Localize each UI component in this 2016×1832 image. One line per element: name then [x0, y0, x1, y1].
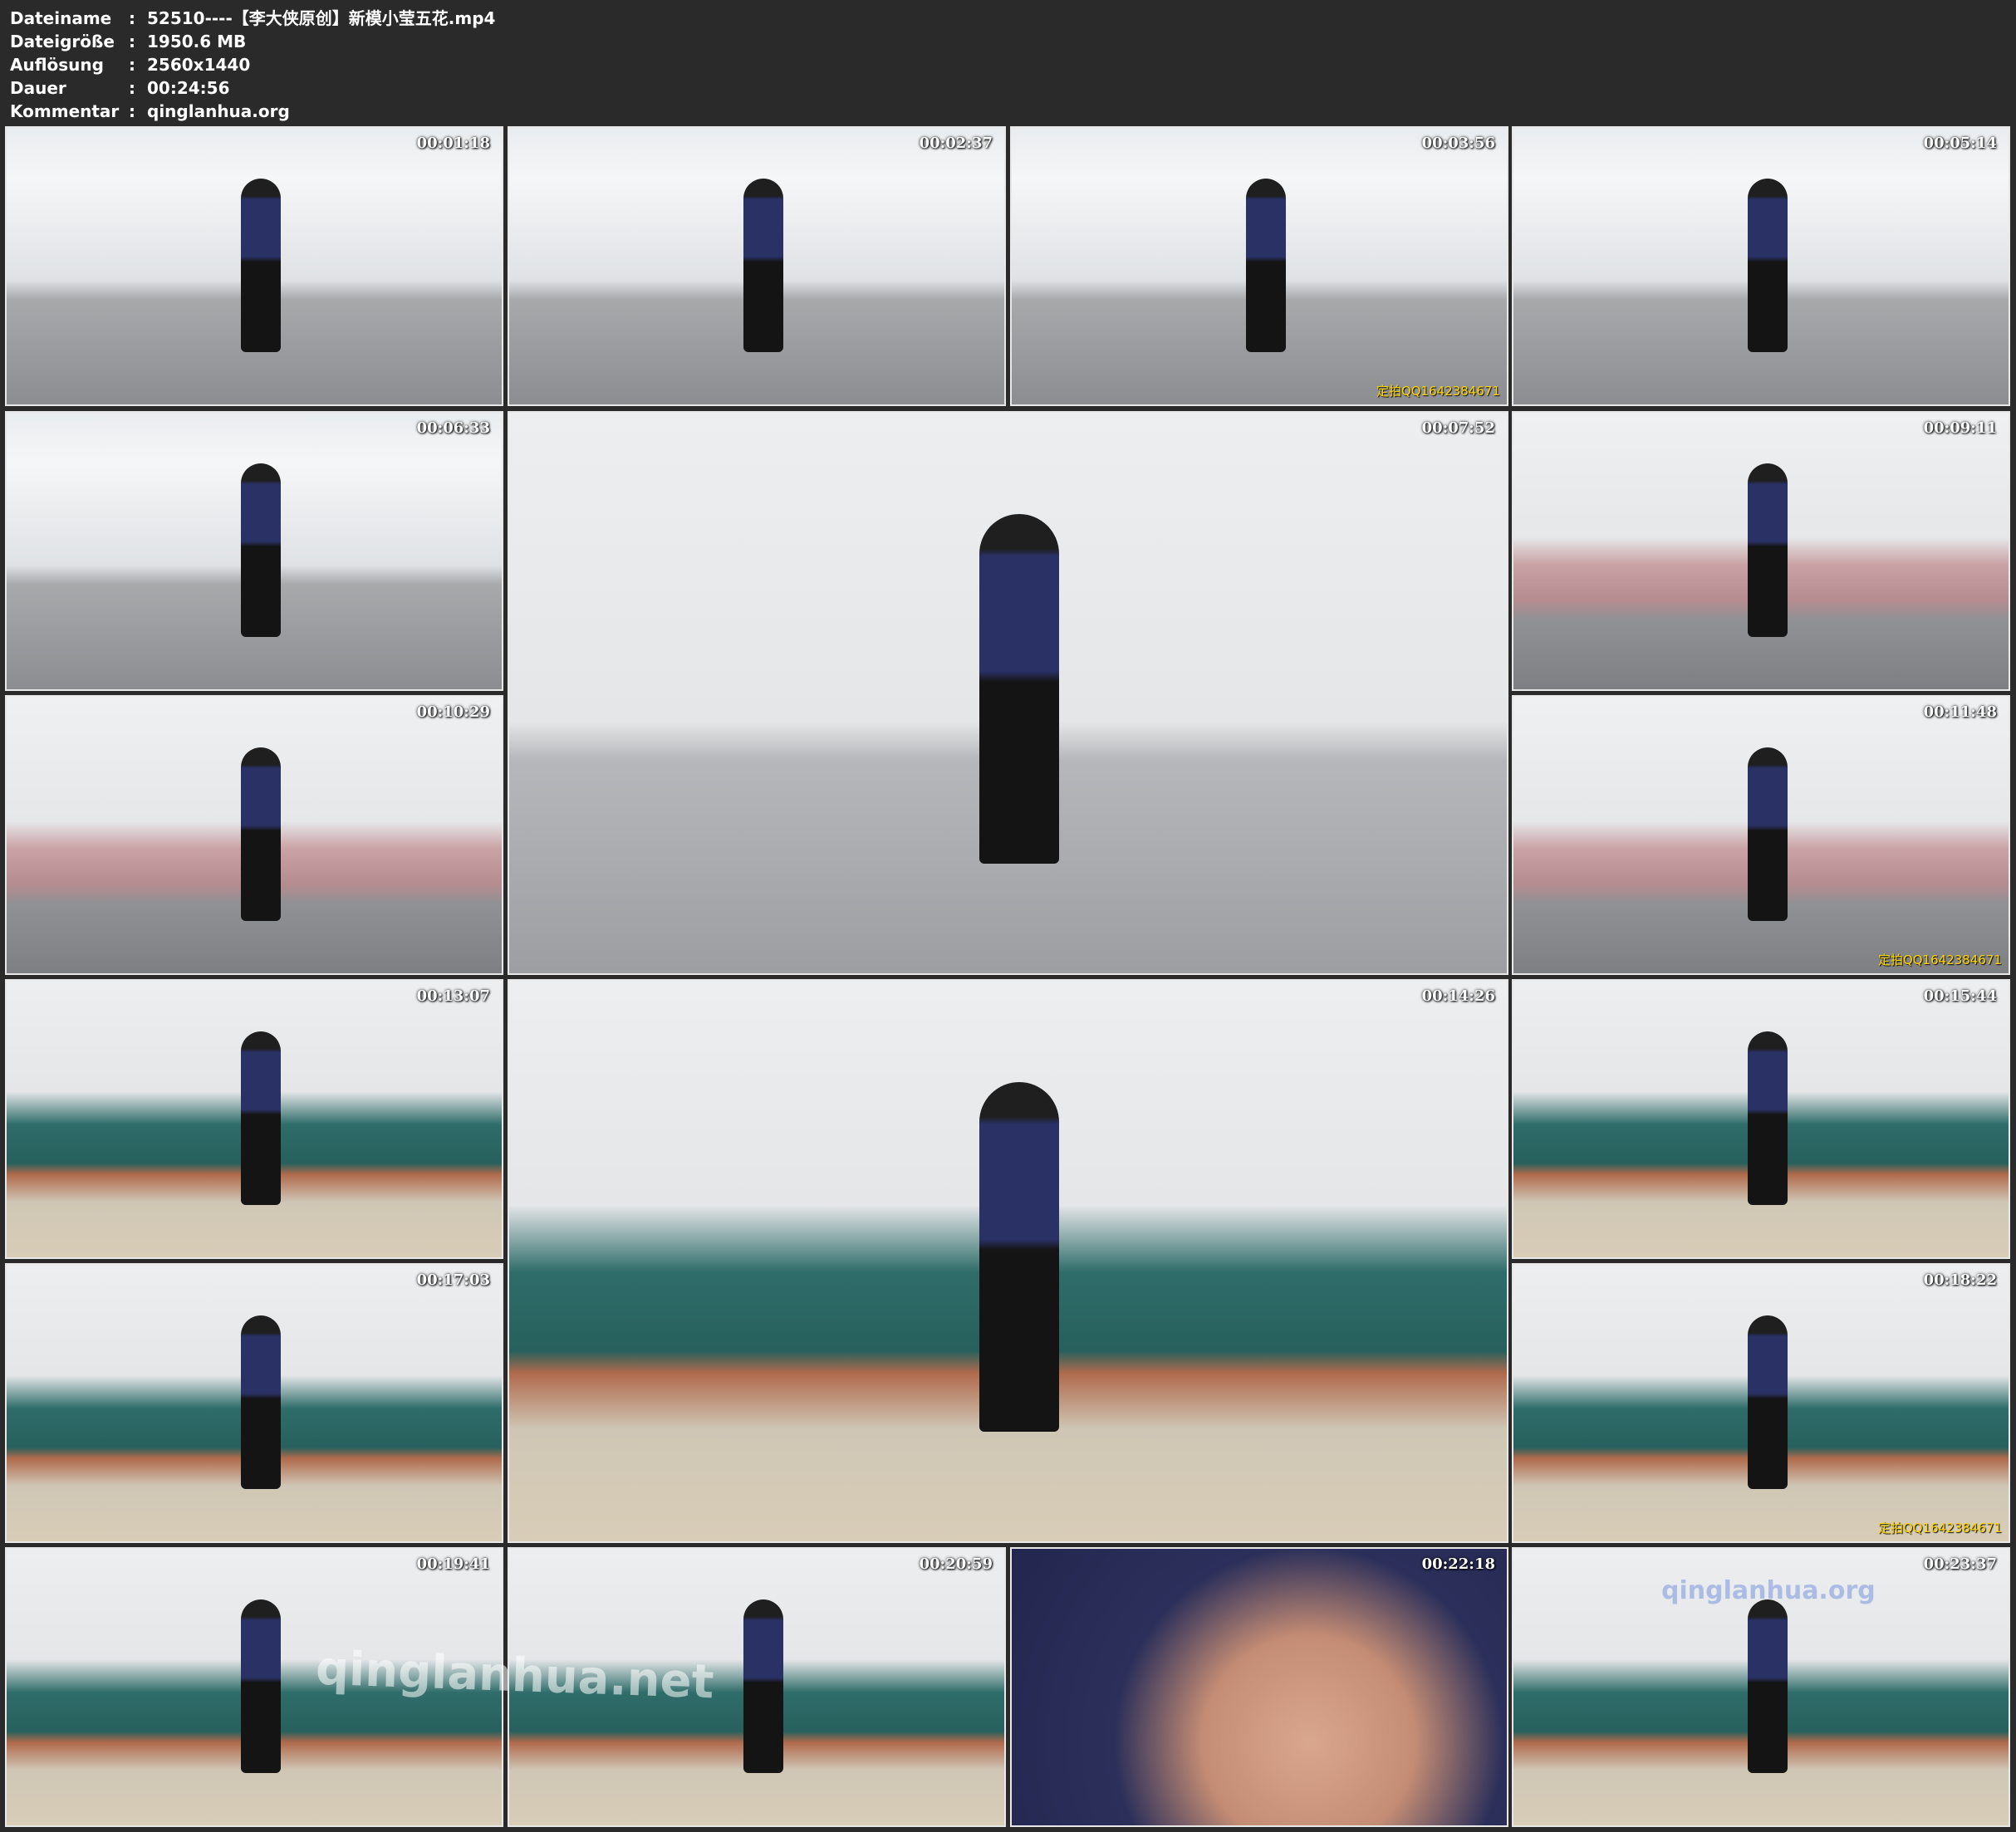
info-separator: : — [129, 101, 135, 121]
figure-silhouette — [1748, 1599, 1788, 1773]
figure-silhouette — [1748, 463, 1788, 637]
timestamp-label: 00:06:33 — [416, 419, 490, 437]
timestamp-label: 00:13:07 — [416, 987, 490, 1005]
video-thumbnail[interactable]: 00:09:11 — [1512, 411, 2010, 691]
file-info-header: Dateiname:52510----【李大侠原创】新模小莹五花.mp4 Date… — [0, 0, 2016, 125]
timestamp-label: 00:01:18 — [416, 135, 490, 152]
info-value: 2560x1440 — [147, 55, 251, 75]
thumbnail-frame — [1012, 1549, 1507, 1825]
timestamp-label: 00:03:56 — [1421, 135, 1495, 152]
info-label: Dateiname — [10, 8, 112, 28]
timestamp-label: 00:19:41 — [416, 1555, 490, 1573]
figure-silhouette — [241, 1031, 281, 1205]
info-label: Auflösung — [10, 55, 104, 75]
figure-silhouette — [979, 1082, 1059, 1432]
info-label: Dateigröße — [10, 32, 115, 51]
info-separator: : — [129, 78, 135, 98]
info-row: Auflösung:2560x1440 — [10, 53, 250, 76]
video-thumbnail[interactable]: 00:17:03 — [5, 1263, 503, 1543]
info-label: Kommentar — [10, 101, 120, 121]
timestamp-label: 00:22:18 — [1421, 1555, 1495, 1573]
info-separator: : — [129, 55, 135, 75]
video-thumbnail[interactable]: 00:14:26 — [508, 979, 1508, 1543]
info-row: Dateiname:52510----【李大侠原创】新模小莹五花.mp4 — [10, 7, 495, 30]
figure-silhouette — [241, 179, 281, 352]
video-thumbnail[interactable]: 00:06:33 — [5, 411, 503, 691]
figure-silhouette — [743, 179, 783, 352]
video-thumbnail[interactable]: 00:05:14 — [1512, 126, 2010, 406]
watermark-text: 定拍QQ1642384671 — [1877, 953, 2002, 967]
info-row: Dauer:00:24:56 — [10, 76, 230, 100]
video-thumbnail[interactable]: 00:01:18 — [5, 126, 503, 406]
timestamp-label: 00:07:52 — [1421, 419, 1495, 437]
timestamp-label: 00:05:14 — [1923, 135, 1997, 152]
video-thumbnail[interactable]: 00:11:48 定拍QQ1642384671 — [1512, 695, 2010, 975]
figure-silhouette — [1748, 179, 1788, 352]
timestamp-label: 00:02:37 — [919, 135, 993, 152]
timestamp-label: 00:17:03 — [416, 1271, 490, 1289]
figure-silhouette — [1748, 1315, 1788, 1489]
figure-silhouette — [241, 463, 281, 637]
figure-silhouette — [1748, 1031, 1788, 1205]
figure-silhouette — [743, 1599, 783, 1773]
figure-silhouette — [241, 747, 281, 921]
timestamp-label: 00:14:26 — [1421, 987, 1495, 1005]
timestamp-label: 00:11:48 — [1923, 703, 1997, 721]
figure-silhouette — [979, 514, 1059, 864]
info-value: qinglanhua.org — [147, 101, 290, 121]
video-thumbnail[interactable]: 00:13:07 — [5, 979, 503, 1259]
timestamp-label: 00:10:29 — [416, 703, 490, 721]
site-watermark: qinglanhua.org — [1661, 1576, 1876, 1605]
info-value: 52510----【李大侠原创】新模小莹五花.mp4 — [147, 8, 496, 28]
video-thumbnail[interactable]: 00:07:52 — [508, 411, 1508, 975]
watermark-text: 定拍QQ1642384671 — [1877, 1521, 2002, 1536]
video-thumbnail[interactable]: 00:18:22 定拍QQ1642384671 — [1512, 1263, 2010, 1543]
video-thumbnail[interactable]: 00:15:44 — [1512, 979, 2010, 1259]
info-row: Dateigröße:1950.6 MB — [10, 30, 246, 53]
info-separator: : — [129, 32, 135, 51]
info-value: 1950.6 MB — [147, 32, 247, 51]
video-thumbnail[interactable]: 00:03:56 定拍QQ1642384671 — [1010, 126, 1508, 406]
video-thumbnail[interactable]: 00:10:29 — [5, 695, 503, 975]
video-thumbnail[interactable]: 00:22:18 — [1010, 1547, 1508, 1827]
timestamp-label: 00:18:22 — [1923, 1271, 1997, 1289]
timestamp-label: 00:15:44 — [1923, 987, 1997, 1005]
timestamp-label: 00:09:11 — [1923, 419, 1997, 437]
info-row: Kommentar: qinglanhua.org — [10, 100, 290, 123]
figure-silhouette — [241, 1599, 281, 1773]
info-value: 00:24:56 — [147, 78, 230, 98]
figure-silhouette — [1246, 179, 1286, 352]
video-thumbnail[interactable]: 00:02:37 — [508, 126, 1006, 406]
watermark-text: 定拍QQ1642384671 — [1376, 384, 1500, 399]
figure-silhouette — [1748, 747, 1788, 921]
timestamp-label: 00:23:37 — [1923, 1555, 1997, 1573]
info-label: Dauer — [10, 78, 66, 98]
timestamp-label: 00:20:59 — [919, 1555, 993, 1573]
figure-silhouette — [241, 1315, 281, 1489]
info-separator: : — [129, 8, 135, 28]
